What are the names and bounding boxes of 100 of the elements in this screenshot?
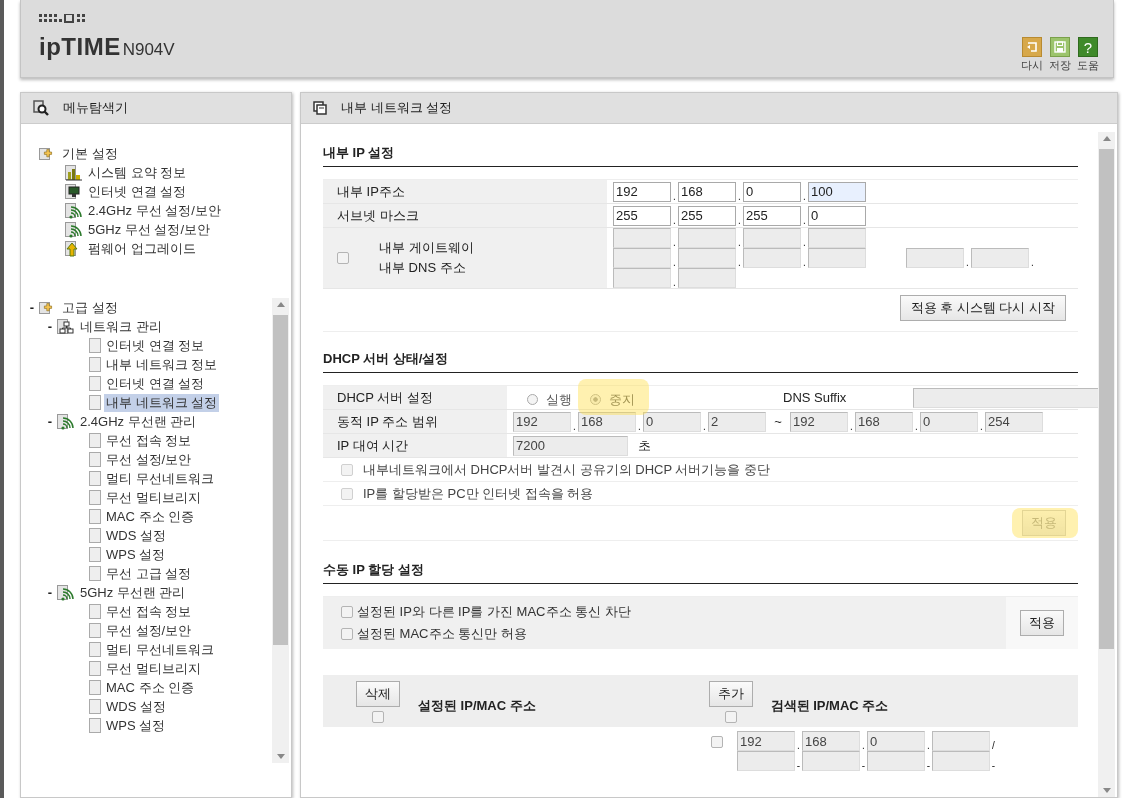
menu-item[interactable]: MAC 주소 인증 xyxy=(104,678,197,697)
input-field[interactable]: 255 xyxy=(613,205,671,226)
separator: . xyxy=(926,741,931,751)
menu-item[interactable]: 인터넷 연결 정보 xyxy=(104,336,207,355)
page-icon xyxy=(89,679,101,696)
menu-item[interactable]: 시스템 요약 정보 xyxy=(86,163,189,182)
scroll-down-icon[interactable] xyxy=(1102,788,1111,793)
checkbox[interactable] xyxy=(724,711,737,723)
menu-item[interactable]: 멀티 무선네트워크 xyxy=(104,469,216,488)
wifi-icon xyxy=(57,584,75,601)
separator: . xyxy=(672,215,677,226)
menu-item[interactable]: 인터넷 연결 설정 xyxy=(86,182,189,201)
page-icon xyxy=(89,394,101,411)
restart-button[interactable]: 적용 후 시스템 다시 시작 xyxy=(899,295,1066,321)
checkbox[interactable] xyxy=(341,606,353,618)
menu-item[interactable]: 펌웨어 업그레이드 xyxy=(86,239,198,258)
separator: - xyxy=(925,761,932,771)
field-label: 내부 DNS 주소 xyxy=(379,259,467,277)
separator: . xyxy=(737,191,742,202)
panel-title: 메뉴탐색기 xyxy=(63,99,128,117)
reset-icon[interactable] xyxy=(1022,37,1042,57)
save-icon[interactable] xyxy=(1050,37,1070,57)
brand-logo: ipTIME xyxy=(39,33,121,61)
input-field[interactable]: 100 xyxy=(808,181,866,202)
section-title: DHCP 서버 상태/설정 xyxy=(323,344,1078,373)
input-field[interactable]: 0 xyxy=(743,181,801,202)
menu-item[interactable]: 무선 멀티브리지 xyxy=(104,488,203,507)
scrollbar[interactable] xyxy=(272,298,289,763)
action-label[interactable]: 도움 xyxy=(1077,58,1099,73)
menu-item[interactable]: 2.4GHz 무선 설정/보안 xyxy=(86,201,223,220)
column-header: 설정된 IP/MAC 주소 xyxy=(418,697,536,715)
menu-item[interactable]: WPS 설정 xyxy=(104,716,168,735)
radio-button[interactable] xyxy=(590,394,601,405)
separator: . xyxy=(572,421,577,432)
menu-item[interactable]: WDS 설정 xyxy=(104,697,168,716)
input-field[interactable]: 0 xyxy=(808,205,866,226)
menu-item[interactable]: 5GHz 무선 설정/보안 xyxy=(86,220,213,239)
page-icon xyxy=(89,432,101,449)
apply-button[interactable]: 적용 xyxy=(1020,610,1064,636)
delete-button[interactable]: 삭제 xyxy=(356,681,400,707)
checkbox-label[interactable]: 설정된 IP와 다른 IP를 가진 MAC주소 통신 차단 xyxy=(357,603,631,621)
scrollbar[interactable] xyxy=(1098,132,1115,797)
menu-item[interactable]: 멀티 무선네트워크 xyxy=(104,640,216,659)
separator: . xyxy=(672,258,677,268)
menu-item[interactable]: 무선 멀티브리지 xyxy=(104,659,203,678)
wifi-icon xyxy=(65,221,83,238)
page-icon xyxy=(89,451,101,468)
wifi-icon xyxy=(65,202,83,219)
menu-item[interactable]: WDS 설정 xyxy=(104,526,168,545)
add-button[interactable]: 추가 xyxy=(708,681,753,707)
page-icon xyxy=(89,622,101,639)
menu-item[interactable]: 무선 접속 정보 xyxy=(104,602,194,621)
menu-item[interactable]: 네트워크 관리 xyxy=(78,317,164,336)
help-icon[interactable]: ? xyxy=(1078,37,1098,57)
checkbox[interactable] xyxy=(341,628,353,640)
input-field[interactable]: 168 xyxy=(678,181,736,202)
input-field[interactable]: 255 xyxy=(743,205,801,226)
menu-item[interactable]: 내부 네트워크 정보 xyxy=(104,355,220,374)
menu-item[interactable]: 무선 설정/보안 xyxy=(104,450,194,469)
menu-item[interactable]: 고급 설정 xyxy=(60,298,120,317)
input-field[interactable]: 255 xyxy=(678,205,736,226)
menu-item[interactable]: 인터넷 연결 설정 xyxy=(104,374,207,393)
field-label: 내부 게이트웨이 xyxy=(379,239,474,257)
menu-item[interactable]: 무선 접속 정보 xyxy=(104,431,194,450)
separator: . xyxy=(737,215,742,226)
collapse-toggle[interactable]: - xyxy=(25,300,39,315)
input-field[interactable]: 192 xyxy=(613,181,671,202)
separator: . xyxy=(1030,258,1035,268)
menu-item[interactable]: 무선 고급 설정 xyxy=(104,564,194,583)
scroll-up-icon[interactable] xyxy=(276,302,285,307)
separator: . xyxy=(737,238,742,248)
field-label: 동적 IP 주소 범위 xyxy=(337,412,438,431)
windows-icon xyxy=(313,101,327,115)
menu-item[interactable]: WPS 설정 xyxy=(104,545,168,564)
collapse-toggle[interactable]: - xyxy=(43,414,57,429)
logo-dots-icon xyxy=(39,14,87,23)
checkbox[interactable] xyxy=(372,711,384,723)
separator: . xyxy=(702,421,707,432)
field-label: DNS Suffix xyxy=(782,390,848,405)
menu-item[interactable]: 5GHz 무선랜 관리 xyxy=(78,583,188,602)
menu-item[interactable]: 무선 설정/보안 xyxy=(104,621,194,640)
collapse-toggle[interactable]: - xyxy=(43,319,57,334)
scroll-up-icon[interactable] xyxy=(1102,136,1111,141)
radio-label[interactable]: 실행 xyxy=(546,390,572,409)
page-icon xyxy=(89,337,101,354)
chart-icon xyxy=(65,164,83,181)
menu-item[interactable]: 기본 설정 xyxy=(60,144,120,163)
menu-item[interactable]: MAC 주소 인증 xyxy=(104,507,197,526)
menu-item[interactable]: 2.4GHz 무선랜 관리 xyxy=(78,412,199,431)
radio-button[interactable] xyxy=(527,394,538,405)
action-label[interactable]: 다시 xyxy=(1021,58,1043,73)
scroll-down-icon[interactable] xyxy=(276,754,285,759)
page-icon xyxy=(89,603,101,620)
checkbox-label[interactable]: 설정된 MAC주소 통신만 허용 xyxy=(357,625,527,643)
search-icon xyxy=(33,100,49,116)
menu-item[interactable]: 내부 네트워크 설정 xyxy=(104,393,220,412)
action-label[interactable]: 저장 xyxy=(1049,58,1071,73)
panel-title: 내부 네트워크 설정 xyxy=(341,99,453,117)
collapse-toggle[interactable]: - xyxy=(43,585,57,600)
checkbox[interactable] xyxy=(710,736,723,748)
